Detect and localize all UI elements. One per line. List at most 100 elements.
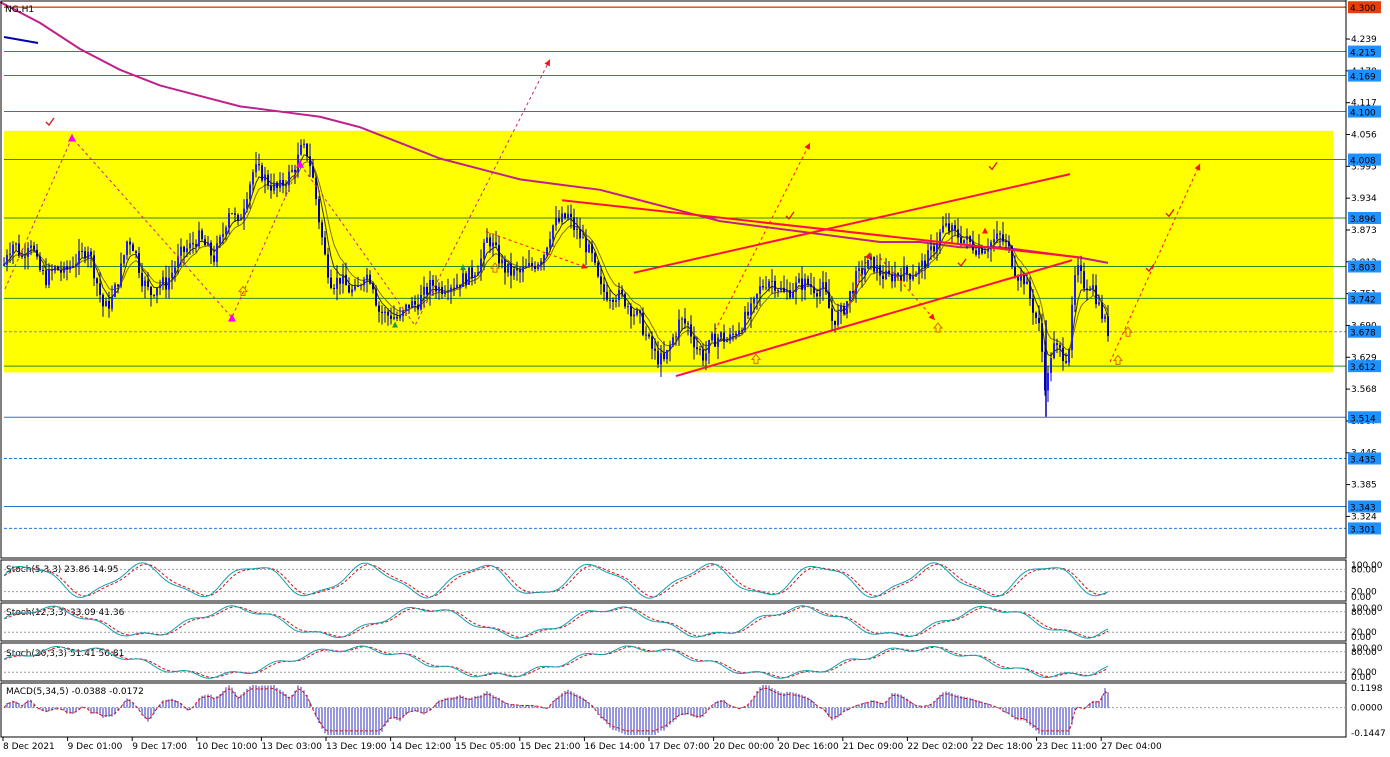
candle-body	[567, 213, 569, 219]
candle-body	[51, 269, 53, 271]
candle-body	[54, 266, 56, 271]
candle-body	[459, 284, 461, 287]
candle-body	[90, 251, 92, 256]
candle-body	[531, 262, 533, 266]
candle-body	[318, 199, 320, 223]
candle-body	[960, 237, 962, 244]
candle-body	[756, 294, 758, 299]
candle-body	[723, 332, 725, 342]
candle-body	[114, 284, 116, 297]
candle-body	[789, 290, 791, 298]
candle-body	[399, 315, 401, 319]
level-label: 3.435	[1350, 455, 1376, 465]
candle-body	[603, 284, 605, 292]
candle-body	[309, 156, 311, 167]
candle-body	[42, 269, 44, 271]
candle-body	[270, 185, 272, 191]
candle-body	[252, 172, 254, 185]
candle-body	[507, 263, 509, 273]
candle-body	[981, 246, 983, 254]
candle-body	[831, 308, 833, 321]
candle-body	[354, 286, 356, 290]
candle-body	[1014, 266, 1016, 278]
candle-body	[15, 243, 17, 245]
candle-body	[192, 243, 194, 245]
candle-body	[519, 270, 521, 273]
trading-chart[interactable]: NG,H1 4.2394.1784.1174.0563.9953.9343.87…	[0, 0, 1390, 757]
candle-body	[162, 277, 164, 285]
candle-body	[390, 315, 392, 319]
pane-tick-label: 80.00	[1351, 565, 1377, 575]
candle-body	[195, 244, 197, 247]
candle-body	[1062, 347, 1064, 362]
candle-body	[414, 301, 416, 305]
candle-body	[1017, 277, 1019, 281]
candle-body	[924, 260, 926, 268]
candle-body	[21, 255, 23, 257]
candle-body	[204, 239, 206, 246]
candle-body	[612, 299, 614, 302]
candle-body	[360, 285, 362, 287]
candle-body	[690, 324, 692, 337]
candle-body	[762, 286, 764, 288]
candle-body	[420, 294, 422, 310]
candle-body	[711, 333, 713, 341]
time-tick-label: 16 Dec 14:00	[584, 742, 645, 752]
candle-body	[636, 310, 638, 315]
candle-body	[609, 299, 611, 301]
candle-body	[342, 274, 344, 284]
candle-body	[381, 311, 383, 314]
candle-body	[285, 185, 287, 187]
candle-body	[1032, 298, 1034, 313]
candle-body	[882, 275, 884, 279]
candle-body	[813, 286, 815, 294]
level-label: 3.301	[1350, 525, 1376, 535]
candle-body	[300, 144, 302, 155]
level-label: 3.803	[1350, 264, 1376, 274]
time-tick-label: 9 Dec 01:00	[68, 742, 123, 752]
candle-body	[720, 332, 722, 338]
candle-body	[126, 241, 128, 256]
candle-body	[987, 249, 989, 252]
candle-body	[627, 306, 629, 308]
candle-body	[771, 280, 773, 282]
candle-body	[165, 277, 167, 290]
candle-body	[549, 239, 551, 248]
candle-body	[411, 301, 413, 308]
candle-body	[1035, 312, 1037, 318]
candle-body	[75, 263, 77, 267]
candle-body	[978, 246, 980, 255]
candle-body	[726, 340, 728, 342]
candle-body	[444, 292, 446, 295]
candle-body	[306, 143, 308, 157]
candle-body	[684, 318, 686, 324]
candle-body	[819, 289, 821, 297]
candle-body	[9, 253, 11, 256]
candle-body	[138, 253, 140, 273]
pane-tick-label: 0.1198	[1351, 684, 1383, 694]
candle-body	[336, 277, 338, 289]
candle-body	[123, 255, 125, 264]
candle-body	[198, 230, 200, 247]
candle-body	[888, 270, 890, 275]
candle-body	[669, 345, 671, 351]
candle-body	[225, 227, 227, 235]
candle-body	[717, 337, 719, 347]
candle-body	[417, 304, 419, 310]
candle-body	[1053, 343, 1055, 359]
candle-body	[24, 256, 26, 258]
candle-body	[312, 166, 314, 178]
candle-body	[639, 310, 641, 313]
candle-body	[891, 274, 893, 282]
candle-body	[798, 278, 800, 283]
candle-body	[321, 222, 323, 238]
candle-body	[855, 271, 857, 294]
candle-body	[174, 267, 176, 273]
candle-body	[333, 288, 335, 290]
candle-body	[618, 289, 620, 301]
candle-body	[747, 311, 749, 316]
candle-body	[834, 320, 836, 325]
time-tick-label: 22 Dec 18:00	[972, 742, 1033, 752]
candle-body	[492, 242, 494, 247]
candle-body	[912, 276, 914, 280]
